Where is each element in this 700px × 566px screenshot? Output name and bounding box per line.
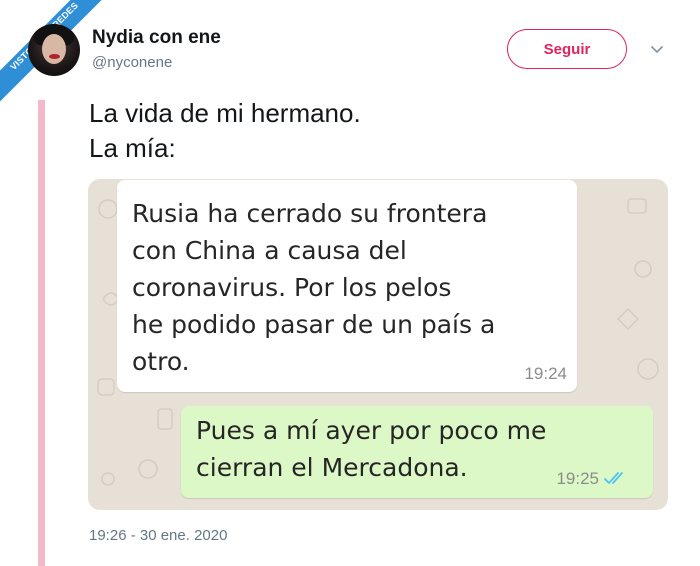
outgoing-message-text: Pues a mí ayer por poco me cierran el Me… (196, 416, 547, 482)
follow-button[interactable]: Seguir (507, 29, 627, 69)
incoming-message-text: Rusia ha cerrado su frontera con China a… (132, 199, 496, 376)
avatar-lips (49, 54, 60, 59)
pink-side-bar (38, 100, 45, 566)
incoming-message-time: 19:24 (524, 364, 567, 383)
tweet-line-1: La vida de mi hermano. (89, 98, 361, 128)
tweet-line-2: La mía: (89, 133, 176, 163)
avatar[interactable] (28, 24, 80, 76)
outgoing-message-bubble[interactable]: Pues a mí ayer por poco me cierran el Me… (181, 406, 653, 498)
avatar-face (42, 34, 66, 64)
author-handle[interactable]: @nyconene (92, 54, 172, 71)
tweet-timestamp[interactable]: 19:26 - 30 ene. 2020 (89, 527, 227, 544)
outgoing-message-time: 19:25 (556, 469, 599, 488)
read-ticks-icon (604, 472, 623, 484)
tweet-card: VISTOENLASREDES .com Nydia con ene @nyco… (0, 0, 700, 566)
author-name[interactable]: Nydia con ene (92, 27, 221, 49)
tweet-text: La vida de mi hermano. La mía: (89, 96, 361, 166)
chevron-down-icon[interactable] (648, 40, 666, 58)
incoming-message-bubble[interactable]: Rusia ha cerrado su frontera con China a… (117, 180, 577, 392)
